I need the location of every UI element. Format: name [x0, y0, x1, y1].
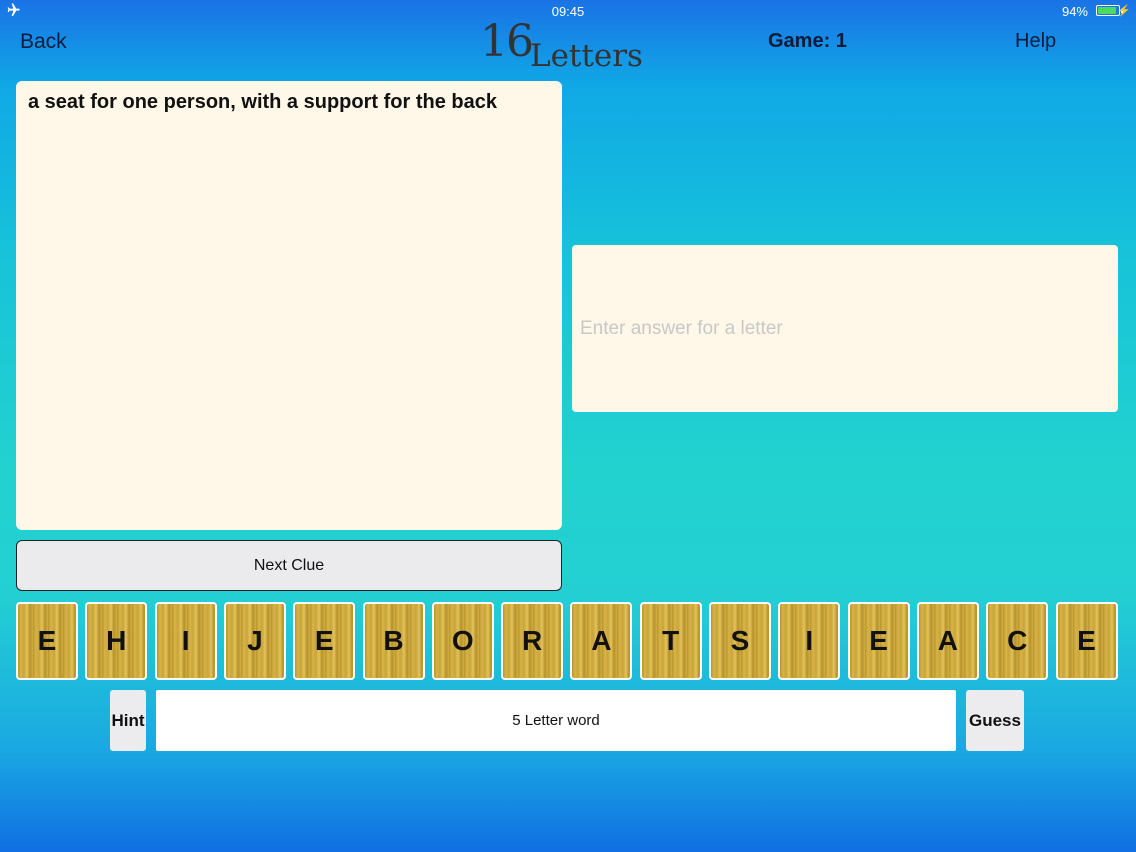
letter-tile[interactable]: A — [916, 602, 979, 680]
letter-tile[interactable]: A — [570, 602, 633, 680]
clue-panel: a seat for one person, with a support fo… — [16, 81, 562, 530]
battery-percent: 94% — [1061, 4, 1088, 19]
game-number: Game: 1 — [768, 30, 847, 52]
letter-tile[interactable]: E — [847, 602, 910, 680]
letter-tile[interactable]: O — [431, 602, 494, 680]
letter-tile[interactable]: E — [293, 602, 356, 680]
help-button[interactable]: Help — [1015, 30, 1056, 53]
letter-tile[interactable]: I — [778, 602, 841, 680]
letter-tile[interactable]: J — [223, 602, 286, 680]
next-clue-button[interactable]: Next Clue — [16, 540, 562, 591]
letter-tile[interactable]: S — [709, 602, 771, 680]
letter-tile[interactable]: E — [16, 602, 78, 680]
letter-tile[interactable]: H — [85, 602, 148, 680]
back-button[interactable]: Back — [20, 30, 67, 54]
letter-tiles: E H I J E B O R A T S I E A C E — [16, 602, 1118, 680]
hint-button[interactable]: Hint — [110, 690, 146, 751]
guess-button[interactable]: Guess — [966, 690, 1024, 751]
letter-tile[interactable]: B — [362, 602, 425, 680]
guess-word-field[interactable]: 5 Letter word — [156, 690, 956, 751]
letter-tile[interactable]: R — [501, 602, 564, 680]
answer-input[interactable] — [572, 245, 1118, 412]
app-logo: 16 Letters — [480, 14, 660, 74]
letter-tile[interactable]: T — [639, 602, 702, 680]
answer-panel — [572, 245, 1118, 412]
clue-text: a seat for one person, with a support fo… — [28, 91, 497, 113]
letter-tile[interactable]: C — [986, 602, 1049, 680]
letter-tile[interactable]: E — [1055, 602, 1118, 680]
charging-bolt-icon: ⚡ — [1117, 5, 1131, 17]
logo-word: Letters — [530, 38, 643, 74]
letter-tile[interactable]: I — [154, 602, 217, 680]
logo-number: 16 — [480, 16, 534, 67]
